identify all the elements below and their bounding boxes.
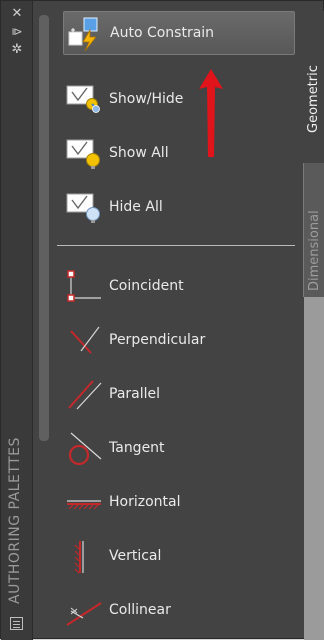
perpendicular-button[interactable]: Perpendicular — [63, 318, 295, 362]
show-hide-button[interactable]: Show/Hide — [63, 77, 295, 121]
vertical-button[interactable]: Vertical — [63, 534, 295, 578]
auto-constrain-icon — [64, 14, 106, 52]
perpendicular-icon — [63, 321, 105, 359]
tangent-button[interactable]: Tangent — [63, 426, 295, 470]
scrollbar-thumb[interactable] — [39, 15, 49, 441]
tool-label: Auto Constrain — [110, 25, 215, 41]
tab-label: Dimensional — [307, 210, 322, 291]
tool-label: Show All — [109, 145, 169, 161]
annotation-arrow — [197, 67, 225, 159]
hide-all-button[interactable]: Hide All — [63, 185, 295, 229]
collinear-button[interactable]: Collinear — [63, 588, 295, 632]
tab-dimensional[interactable]: Dimensional — [303, 163, 324, 297]
tool-label: Show/Hide — [109, 91, 184, 107]
horizontal-icon — [63, 483, 105, 521]
section-divider — [57, 245, 295, 246]
tab-geometric[interactable]: Geometric — [303, 11, 324, 163]
tool-label: Tangent — [109, 440, 165, 456]
vertical-icon — [63, 537, 105, 575]
tool-label: Parallel — [109, 386, 161, 402]
parallel-icon — [63, 375, 105, 413]
tool-label: Horizontal — [109, 494, 181, 510]
horizontal-button[interactable]: Horizontal — [63, 480, 295, 524]
tool-label: Coincident — [109, 278, 184, 294]
authoring-palettes-window: ✕ ⧐ ✲ AUTHORING PALETTES Auto Constrain — [0, 0, 324, 640]
tab-area-background — [304, 297, 324, 640]
tool-label: Vertical — [109, 548, 162, 564]
show-hide-icon — [63, 80, 105, 118]
tool-list: Auto Constrain Show/Hide Show All Hide A… — [53, 11, 303, 640]
show-all-button[interactable]: Show All — [63, 131, 295, 175]
tool-label: Perpendicular — [109, 332, 206, 348]
collinear-icon — [63, 591, 105, 629]
tangent-icon — [63, 429, 105, 467]
palette-menu-icon[interactable] — [10, 617, 23, 630]
show-all-icon — [63, 134, 105, 172]
autohide-icon[interactable]: ⧐ — [9, 25, 25, 39]
parallel-button[interactable]: Parallel — [63, 372, 295, 416]
properties-icon[interactable]: ✲ — [9, 43, 25, 57]
coincident-icon — [63, 267, 105, 305]
tool-label: Collinear — [109, 602, 171, 618]
tool-label: Hide All — [109, 199, 163, 215]
hide-all-icon — [63, 188, 105, 226]
auto-constrain-button[interactable]: Auto Constrain — [63, 11, 295, 55]
close-icon[interactable]: ✕ — [9, 7, 25, 21]
palette-title: AUTHORING PALETTES — [7, 437, 23, 604]
coincident-button[interactable]: Coincident — [63, 264, 295, 308]
palette-title-strip: ✕ ⧐ ✲ AUTHORING PALETTES — [1, 1, 33, 640]
tab-label: Geometric — [306, 65, 321, 133]
